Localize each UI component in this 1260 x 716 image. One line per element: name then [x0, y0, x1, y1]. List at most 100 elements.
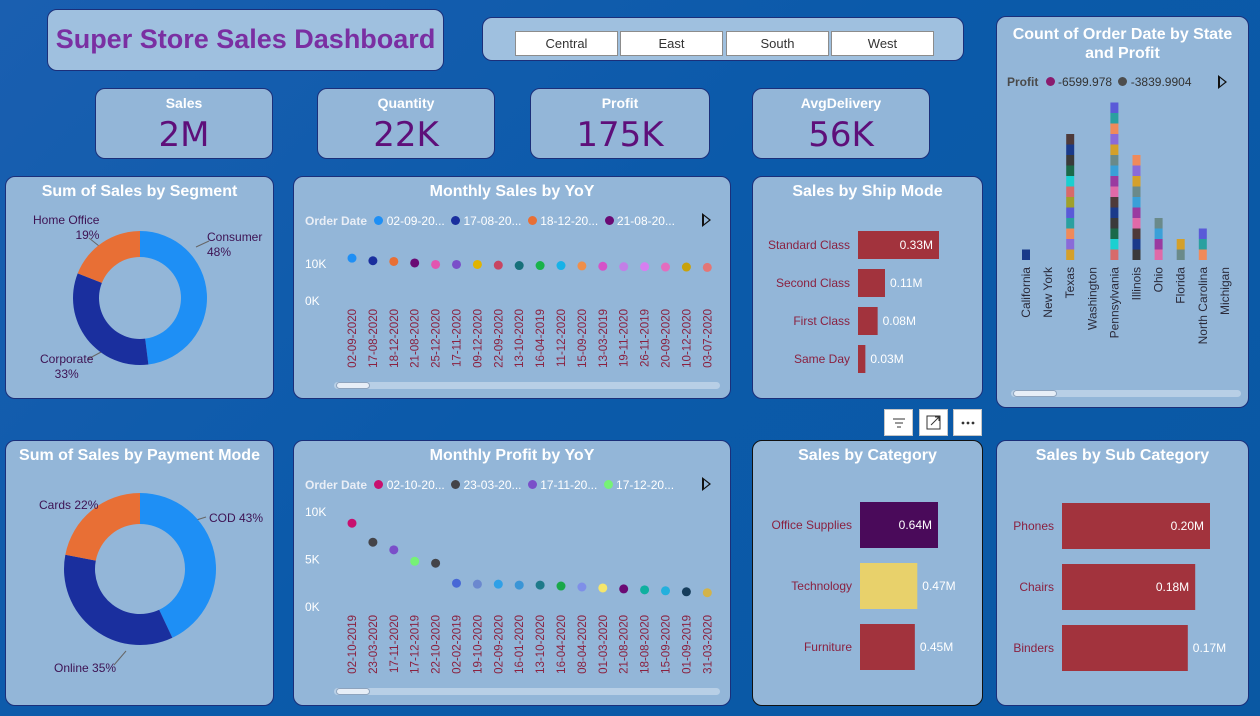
data-point[interactable] — [410, 258, 420, 268]
bar-segment[interactable] — [1022, 249, 1030, 261]
data-point[interactable] — [452, 259, 461, 269]
bar-segment[interactable] — [1066, 249, 1075, 261]
data-point[interactable] — [702, 262, 712, 272]
bar-segment[interactable] — [1066, 155, 1075, 166]
bar-segment[interactable] — [1066, 144, 1075, 156]
monthly-sales-card[interactable]: Monthly Sales by YoY Order Date 02-09-20… — [293, 176, 731, 399]
data-point[interactable] — [493, 260, 503, 270]
bar-segment[interactable] — [1154, 218, 1163, 229]
bar-segment[interactable] — [1066, 228, 1075, 240]
data-point[interactable] — [577, 582, 587, 592]
data-point[interactable] — [598, 583, 608, 593]
monthly-profit-scatter[interactable]: 10K 5K 0K 02-10-2019 23-03-2020 17-11-2020 17-… — [294, 441, 732, 707]
ship-mode-card[interactable]: Sales by Ship Mode Standard Class 0.33M Se… — [752, 176, 983, 399]
data-point[interactable] — [410, 556, 420, 566]
data-point[interactable] — [389, 545, 399, 555]
state-stacked-bar-chart[interactable]: California New York Texas Washington Pennsyl… — [997, 17, 1250, 409]
bar[interactable] — [858, 269, 885, 297]
bar-segment[interactable] — [1066, 207, 1075, 219]
more-options-icon[interactable] — [953, 409, 982, 436]
donut-slice[interactable] — [63, 554, 173, 645]
data-point[interactable] — [347, 253, 357, 263]
region-button-central[interactable]: Central — [515, 31, 618, 56]
state-profit-card[interactable]: Count of Order Date by State and Profit … — [996, 16, 1249, 408]
data-point[interactable] — [681, 262, 691, 272]
bar-segment[interactable] — [1110, 176, 1119, 187]
bar-segment[interactable] — [1154, 249, 1163, 261]
bar-segment[interactable] — [1066, 186, 1075, 198]
data-point[interactable] — [347, 518, 357, 528]
bar-segment[interactable] — [1132, 176, 1141, 187]
horizontal-scrollbar[interactable] — [334, 688, 720, 695]
category-card[interactable]: Sales by Category Office Supplies 0.64M Te… — [752, 440, 983, 706]
payment-chart-card[interactable]: Sum of Sales by Payment Mode Cards 22% C… — [5, 440, 274, 706]
data-point[interactable] — [556, 261, 566, 271]
data-point[interactable] — [535, 580, 545, 590]
bar-segment[interactable] — [1132, 218, 1141, 229]
horizontal-scrollbar[interactable] — [334, 382, 720, 389]
data-point[interactable] — [514, 261, 524, 271]
bar-segment[interactable] — [1132, 155, 1141, 166]
data-point[interactable] — [368, 537, 378, 547]
scrollbar-thumb[interactable] — [1013, 390, 1057, 397]
bar-segment[interactable] — [1110, 228, 1119, 240]
bar-segment[interactable] — [1110, 123, 1119, 135]
donut-slice[interactable] — [140, 231, 207, 365]
data-point[interactable] — [514, 580, 524, 590]
data-point[interactable] — [619, 262, 629, 272]
sub-category-card[interactable]: Sales by Sub Category Phones 0.20M Chairs 0… — [996, 440, 1249, 706]
data-point[interactable] — [431, 259, 441, 269]
bar-segment[interactable] — [1110, 239, 1119, 250]
bar-segment[interactable] — [1198, 239, 1207, 250]
bar-segment[interactable] — [1066, 197, 1075, 208]
bar-segment[interactable] — [1066, 165, 1075, 177]
data-point[interactable] — [556, 581, 566, 591]
data-point[interactable] — [640, 262, 650, 272]
region-button-west[interactable]: West — [831, 31, 934, 56]
sub-category-bar-chart[interactable]: Phones 0.20M Chairs 0.18M Binders 0.17M — [997, 441, 1250, 707]
data-point[interactable] — [452, 578, 461, 588]
category-bar-chart[interactable]: Office Supplies 0.64M Technology 0.47M Furni… — [753, 441, 984, 707]
data-point[interactable] — [431, 558, 441, 568]
region-button-south[interactable]: South — [726, 31, 829, 56]
bar-segment[interactable] — [1110, 155, 1119, 166]
bar-segment[interactable] — [1132, 249, 1141, 261]
bar-segment[interactable] — [1110, 102, 1119, 114]
bar[interactable] — [1062, 625, 1188, 671]
bar-segment[interactable] — [1154, 228, 1163, 240]
bar-segment[interactable] — [1132, 228, 1141, 240]
segment-chart-card[interactable]: Sum of Sales by Segment Consumer 48% Hom… — [5, 176, 274, 399]
data-point[interactable] — [472, 579, 482, 589]
data-point[interactable] — [368, 256, 378, 266]
data-point[interactable] — [598, 261, 608, 271]
bar-segment[interactable] — [1110, 197, 1119, 208]
bar-segment[interactable] — [1066, 176, 1075, 187]
bar-segment[interactable] — [1110, 186, 1119, 198]
bar-segment[interactable] — [1176, 249, 1185, 261]
data-point[interactable] — [661, 262, 670, 272]
bar-segment[interactable] — [1132, 197, 1141, 208]
bar-segment[interactable] — [1066, 218, 1075, 229]
horizontal-scrollbar[interactable] — [1011, 390, 1241, 397]
data-point[interactable] — [577, 261, 587, 271]
bar-segment[interactable] — [1066, 239, 1075, 250]
payment-donut-chart[interactable] — [6, 441, 275, 707]
bar[interactable] — [860, 624, 915, 670]
bar-segment[interactable] — [1066, 134, 1075, 145]
bar-segment[interactable] — [1110, 113, 1119, 124]
bar-segment[interactable] — [1154, 239, 1163, 250]
bar-segment[interactable] — [1110, 134, 1119, 145]
bar-segment[interactable] — [1110, 165, 1119, 177]
data-point[interactable] — [702, 588, 712, 598]
data-point[interactable] — [535, 261, 545, 271]
bar-segment[interactable] — [1198, 249, 1207, 261]
bar-segment[interactable] — [1132, 239, 1141, 250]
monthly-profit-card[interactable]: Monthly Profit by YoY Order Date 02-10-2… — [293, 440, 731, 706]
focus-mode-icon[interactable] — [919, 409, 948, 436]
bar-segment[interactable] — [1110, 218, 1119, 229]
bar-segment[interactable] — [1132, 207, 1141, 219]
region-button-east[interactable]: East — [620, 31, 723, 56]
bar-segment[interactable] — [1132, 165, 1141, 177]
scrollbar-thumb[interactable] — [336, 688, 370, 695]
bar[interactable] — [858, 345, 866, 373]
